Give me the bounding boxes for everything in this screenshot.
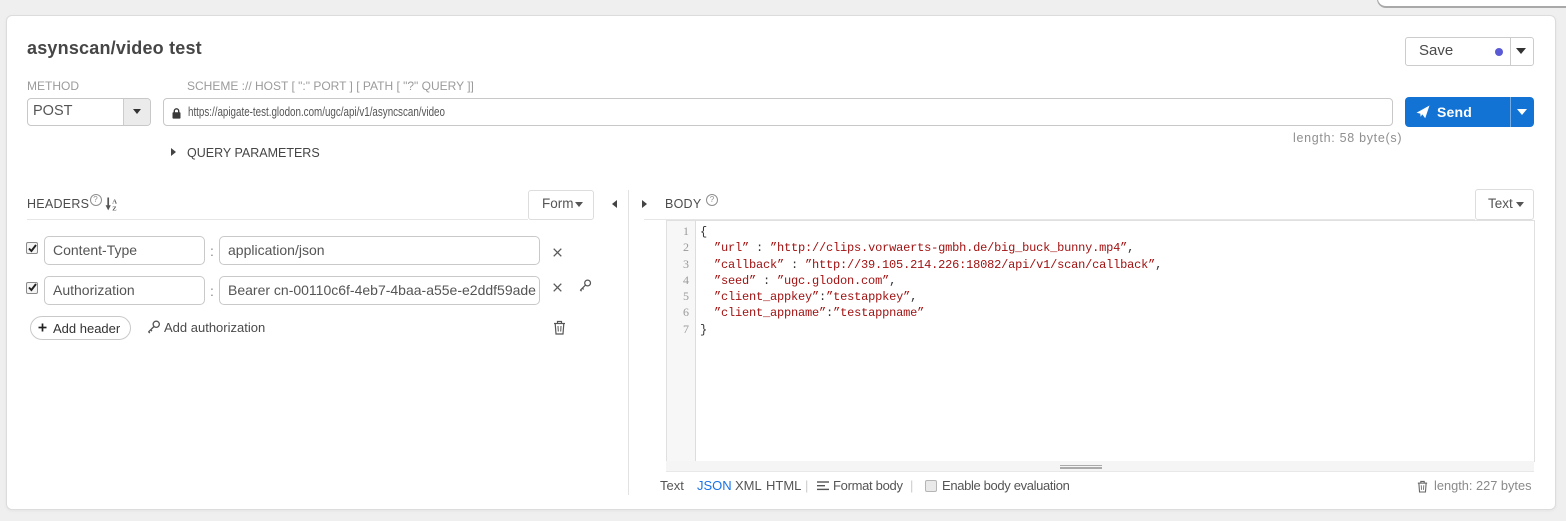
svg-text:Z: Z	[112, 206, 116, 211]
svg-text:A: A	[112, 198, 117, 205]
